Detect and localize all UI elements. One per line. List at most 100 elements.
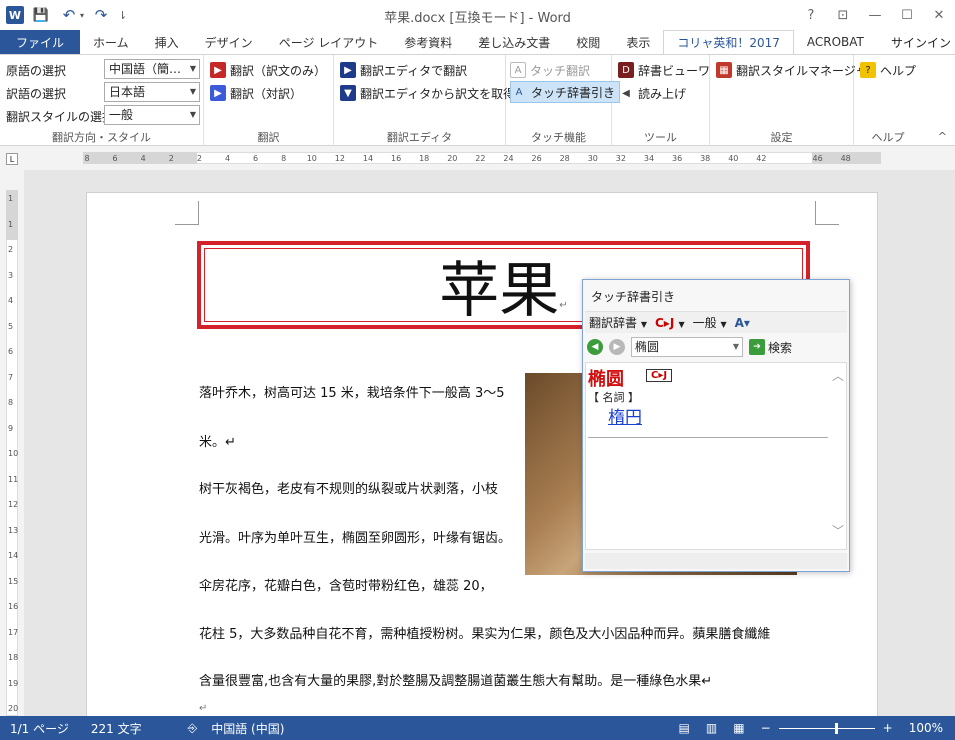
zoom-out-button[interactable]: −	[761, 721, 771, 735]
search-input[interactable]: 椭圆 ▼	[631, 337, 743, 357]
group-label: ツール	[644, 131, 677, 144]
tab-view[interactable]: 表示	[613, 30, 663, 54]
undo-dropdown-icon[interactable]: ▾	[80, 11, 84, 20]
zoom-slider-thumb[interactable]	[834, 722, 838, 734]
vruler-tick-label: 9	[8, 423, 14, 433]
zoom-level[interactable]: 100%	[909, 721, 943, 735]
tab-design[interactable]: デザイン	[192, 30, 266, 54]
tab-page-layout[interactable]: ページ レイアウト	[266, 30, 392, 54]
vruler-tick-label: 17	[8, 627, 19, 637]
word-count[interactable]: 221 文字	[91, 720, 142, 737]
chevron-down-icon: ▼	[720, 320, 727, 329]
tab-file[interactable]: ファイル	[0, 30, 81, 54]
zoom-slider[interactable]	[778, 722, 875, 734]
body-line-2: 米。↵	[199, 435, 236, 450]
tab-insert[interactable]: 挿入	[142, 30, 192, 54]
back-arrow-icon[interactable]: ◀	[587, 339, 603, 355]
editor-fetch-button[interactable]: ▼ 翻訳エディタから訳文を取得	[340, 82, 515, 104]
vruler-tick-label: 3	[8, 270, 14, 280]
direction-select[interactable]: C▸J ▼	[655, 316, 685, 330]
vruler-tick-label: 5	[8, 321, 14, 331]
editor-translate-label: 翻訳エディタで翻訳	[360, 63, 468, 78]
group-label: 設定	[770, 131, 793, 144]
zoom-in-button[interactable]: +	[883, 721, 893, 735]
search-button[interactable]: ➔ 検索	[749, 339, 792, 356]
group-label: 翻訳エディタ	[386, 131, 453, 144]
vruler-tick-label: 13	[8, 525, 19, 535]
ruler-tick-label: 36	[672, 154, 683, 163]
editor-fetch-label: 翻訳エディタから訳文を取得	[360, 86, 516, 101]
collapse-ribbon-icon[interactable]: ^	[938, 130, 947, 143]
tab-review[interactable]: 校閲	[563, 30, 613, 54]
group-translate: ▶ 翻訳（訳文のみ） ▶ 翻訳（対訳） 翻訳	[204, 55, 334, 147]
direction-label: C▸J	[655, 315, 675, 330]
touch-translate-label: タッチ翻訳	[530, 63, 591, 78]
read-mode-icon[interactable]: ▤	[679, 721, 690, 735]
target-lang-label: 訳語の選択	[6, 86, 67, 101]
group-label: ヘルプ	[871, 131, 905, 144]
ruler-tick-label: 6	[112, 154, 118, 163]
font-options-icon[interactable]: A▾	[735, 316, 750, 330]
dictionary-result[interactable]: 椭圆 C▸J 【 名詞 】 楕円 ︿ ﹀	[585, 362, 847, 550]
ruler-tick-label: 4	[140, 154, 146, 163]
vruler-tick-label: 1	[8, 194, 14, 203]
editor-icon: ▶	[340, 62, 356, 78]
translation-link[interactable]: 楕円	[608, 403, 642, 428]
proofing-icon[interactable]: ⎆	[188, 721, 198, 736]
style-value: 一般	[109, 108, 134, 122]
word-app-icon[interactable]: W	[6, 6, 24, 24]
tab-korya-eiwa[interactable]: コリャ英和！2017	[663, 30, 794, 54]
ribbon-display-options-icon[interactable]: ⊡	[827, 0, 859, 30]
print-layout-icon[interactable]: ▥	[706, 721, 717, 735]
source-lang-select[interactable]: 中国語（簡… ▼	[104, 59, 200, 79]
signin-link[interactable]: サインイン	[891, 34, 951, 51]
ruler-tick-label: 30	[587, 154, 598, 163]
dictionary-select[interactable]: 翻訳辞書 ▼	[589, 314, 647, 331]
style-manager-button[interactable]: ▦ 翻訳スタイルマネージャ	[716, 59, 867, 81]
forward-arrow-icon[interactable]: ▶	[609, 339, 625, 355]
tab-mailings[interactable]: 差し込み文書	[465, 30, 563, 54]
redo-icon[interactable]: ↷	[90, 4, 112, 26]
vruler-tick-label: 1	[8, 219, 14, 229]
vertical-ruler[interactable]: 1 1 2 3 4 5 6 7 8 9 10 11 12 13 14 15 16 17 18 19 20	[0, 170, 24, 716]
ruler-tick-label: 16	[391, 154, 402, 163]
touch-translate-button[interactable]: A タッチ翻訳	[510, 59, 590, 81]
style-select[interactable]: 一般 ▼	[104, 105, 200, 125]
scroll-down-icon[interactable]: ﹀	[832, 522, 844, 539]
ruler-tick-label: 38	[700, 154, 711, 163]
read-aloud-button[interactable]: ◀ 読み上げ	[618, 82, 686, 104]
vruler-tick-label: 18	[8, 653, 19, 662]
language-status[interactable]: 中国語 (中国)	[211, 720, 284, 737]
customize-qat-icon[interactable]: ⇂	[118, 9, 127, 22]
group-direction-style: 原語の選択 中国語（簡… ▼ 訳語の選択 日本語 ▼ 翻訳スタイルの選択 一般 ▼ 翻…	[0, 55, 204, 147]
editor-translate-button[interactable]: ▶ 翻訳エディタで翻訳	[340, 59, 467, 81]
dictionary-viewer-button[interactable]: D 辞書ビューワ	[618, 59, 710, 81]
document-title: 苹果	[439, 255, 560, 326]
save-icon[interactable]: 💾	[30, 4, 52, 26]
tab-acrobat[interactable]: ACROBAT	[794, 30, 877, 54]
ruler-tick-label: 2	[196, 154, 202, 163]
popup-status-bar	[585, 553, 847, 569]
touch-dictionary-window[interactable]: タッチ辞書引き 翻訳辞書 ▼ C▸J ▼ 一般 ▼ A▾ ◀ ▶ 椭圆 ▼ ➔ 検索…	[582, 279, 850, 572]
undo-icon[interactable]: ↶	[58, 4, 80, 26]
page-count[interactable]: 1/1 ページ	[10, 720, 69, 737]
translate-only-button[interactable]: ▶ 翻訳（訳文のみ）	[210, 59, 326, 81]
minimize-button[interactable]: —	[859, 0, 891, 30]
tab-selector[interactable]: L	[6, 153, 18, 165]
ruler-tick-label: 4	[224, 154, 231, 163]
translate-bilingual-button[interactable]: ▶ 翻訳（対訳）	[210, 82, 302, 104]
ruler-tick-label: 2	[168, 154, 174, 163]
help-ribbon-button[interactable]: ? ヘルプ	[860, 59, 916, 81]
scroll-up-icon[interactable]: ︿	[832, 367, 844, 384]
close-button[interactable]: ✕	[923, 0, 955, 30]
horizontal-ruler[interactable]: L 8 6 4 2 2 4 6 8 10 12 14 16 18 20 22 24 26 28 30 32 34 36 38…	[0, 146, 955, 170]
maximize-button[interactable]: ☐	[891, 0, 923, 30]
tab-references[interactable]: 参考資料	[391, 30, 465, 54]
touch-dictionary-button[interactable]: A タッチ辞書引き	[510, 81, 621, 103]
style-popup-select[interactable]: 一般 ▼	[693, 314, 727, 331]
ruler-tick-label: 12	[334, 154, 345, 163]
web-layout-icon[interactable]: ▦	[733, 721, 744, 735]
tab-home[interactable]: ホーム	[80, 30, 142, 54]
target-lang-select[interactable]: 日本語 ▼	[104, 82, 200, 102]
help-button[interactable]: ?	[795, 0, 827, 30]
